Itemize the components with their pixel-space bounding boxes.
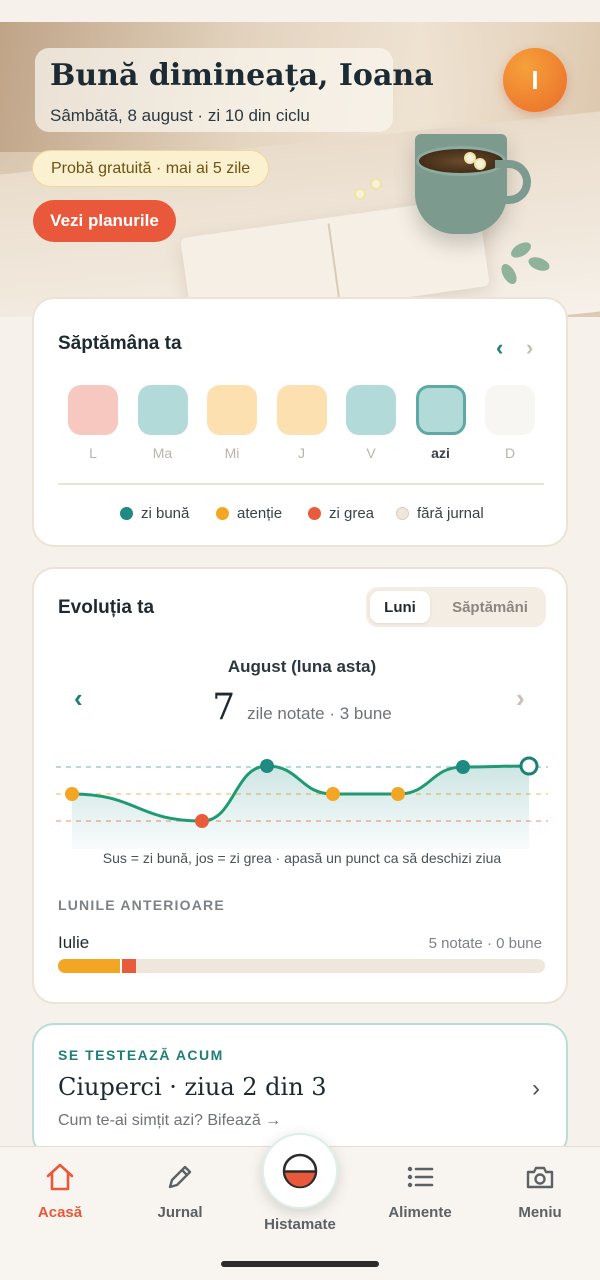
day-Mi[interactable] xyxy=(207,385,257,435)
camera-icon xyxy=(526,1166,554,1189)
month-stats: 7 zile notate · 3 bune xyxy=(34,687,570,728)
day-J[interactable] xyxy=(276,385,327,435)
chart-point[interactable] xyxy=(195,814,209,828)
logged-days-text: zile notate · 3 bune xyxy=(247,704,392,723)
tab-foods-label: Alimente xyxy=(388,1204,452,1221)
day-label: azi xyxy=(431,445,450,461)
legend-item: zi bună xyxy=(120,505,189,522)
chart-point[interactable] xyxy=(326,787,340,801)
day-label: L xyxy=(89,445,97,461)
tab-journal-label: Jurnal xyxy=(157,1204,203,1221)
day-label: Mi xyxy=(224,445,240,461)
day-label: D xyxy=(504,445,516,461)
logged-days-count: 7 xyxy=(212,687,236,728)
tab-foods[interactable]: Alimente xyxy=(370,1161,470,1221)
chevron-right-icon[interactable]: › xyxy=(526,337,533,359)
day-label: J xyxy=(298,445,305,461)
chevron-right-icon[interactable]: › xyxy=(532,1075,540,1103)
week-title: Săptămâna ta xyxy=(58,333,182,354)
tab-menu-label: Meniu xyxy=(518,1204,562,1221)
legend-dot xyxy=(120,507,133,520)
previous-month-bar xyxy=(58,959,545,973)
previous-month-stats: 5 notate · 0 bune xyxy=(428,935,542,952)
legend-label: atenție xyxy=(237,505,283,522)
legend-item: atenție xyxy=(216,505,282,522)
histamate-icon xyxy=(282,1153,318,1189)
chart-point-today[interactable] xyxy=(519,756,539,776)
toggle-weeks[interactable]: Săptămâni xyxy=(438,591,542,623)
day-V[interactable] xyxy=(346,385,396,435)
chamomile-flower xyxy=(356,190,364,198)
day-label: V xyxy=(366,445,376,461)
chevron-left-icon[interactable]: ‹ xyxy=(496,337,503,359)
tab-bar: Acasă Jurnal Histamate Alimente Meniu xyxy=(0,1133,600,1280)
chart-point[interactable] xyxy=(260,759,274,773)
bar-segment xyxy=(120,959,137,973)
chart-hint: Sus = zi bună, jos = zi grea · apasă un … xyxy=(102,850,502,866)
tab-journal[interactable]: Jurnal xyxy=(130,1161,230,1221)
chart-point[interactable] xyxy=(65,787,79,801)
toggle-months[interactable]: Luni xyxy=(370,591,430,623)
day-label: Ma xyxy=(152,445,173,461)
legend-dot xyxy=(396,507,409,520)
legend-label: zi bună xyxy=(141,505,190,522)
avatar-initial: I xyxy=(531,64,539,95)
pencil-icon xyxy=(168,1165,192,1189)
previous-months-label: LUNILE ANTERIOARE xyxy=(58,897,225,913)
legend-item: fără jurnal xyxy=(396,505,484,522)
tab-menu[interactable]: Meniu xyxy=(490,1161,590,1221)
chamomile-flower xyxy=(466,154,474,162)
period-toggle: Luni Săptămâni xyxy=(366,587,546,627)
legend-label: zi grea xyxy=(329,505,375,522)
histamate-button[interactable] xyxy=(262,1133,338,1209)
chart-point[interactable] xyxy=(456,760,470,774)
test-kicker: SE TESTEAZĂ ACUM xyxy=(58,1047,224,1063)
chamomile-flower xyxy=(372,180,380,188)
trial-badge: Probă gratuită · mai ai 5 zile xyxy=(32,150,270,187)
tab-home-label: Acasă xyxy=(37,1204,83,1221)
tab-home[interactable]: Acasă xyxy=(10,1161,110,1221)
legend-dot xyxy=(216,507,229,520)
test-title: Ciuperci · ziua 2 din 3 xyxy=(58,1073,327,1101)
legend-item: zi grea xyxy=(308,505,374,522)
tab-histamate-label: Histamate xyxy=(264,1216,336,1233)
home-indicator xyxy=(221,1261,379,1267)
chamomile-flower xyxy=(476,160,484,168)
view-plans-button[interactable]: Vezi planurile xyxy=(33,200,176,242)
tea-surface xyxy=(416,146,506,176)
evolution-title: Evoluția ta xyxy=(58,597,155,618)
day-Ma[interactable] xyxy=(137,385,188,435)
evolution-card: Evoluția ta Luni Săptămâni August (luna … xyxy=(32,567,568,1004)
greeting-title: Bună dimineața, Ioana xyxy=(50,58,434,93)
day-L[interactable] xyxy=(68,385,118,435)
day-D[interactable] xyxy=(485,385,535,435)
bar-segment xyxy=(58,959,121,973)
previous-month-name[interactable]: Iulie xyxy=(58,933,89,953)
day-azi[interactable] xyxy=(415,385,466,435)
mood-chart xyxy=(56,756,548,849)
greeting-subtitle: Sâmbătă, 8 august · zi 10 din ciclu xyxy=(50,106,310,125)
test-subtitle[interactable]: Cum te-ai simțit azi? Bifează → xyxy=(58,1112,281,1130)
home-icon xyxy=(46,1163,74,1191)
legend-dot xyxy=(308,507,321,520)
month-title: August (luna asta) xyxy=(227,657,377,676)
divider xyxy=(58,483,544,485)
list-icon xyxy=(407,1166,434,1188)
avatar[interactable]: I xyxy=(503,48,567,112)
chart-point[interactable] xyxy=(391,787,405,801)
week-card: Săptămâna ta ‹ › L Ma Mi J Vazi D zi bună aten… xyxy=(32,297,568,547)
legend-label: fără jurnal xyxy=(417,505,484,522)
